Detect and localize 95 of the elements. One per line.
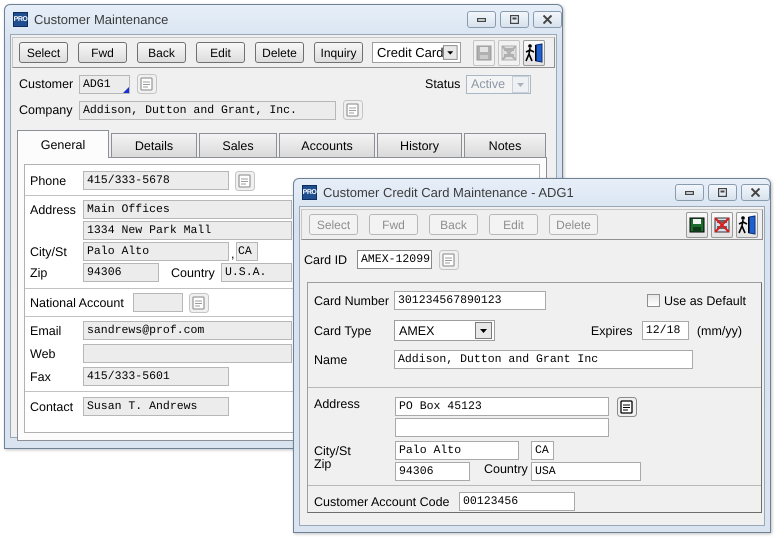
field-label: Address (30, 202, 77, 216)
restore-button[interactable] (708, 184, 737, 201)
crossed-out-record-icon (714, 216, 730, 232)
field-label: Company (19, 103, 74, 117)
tab[interactable]: Sales (199, 133, 277, 157)
dropdown-value: AMEX (399, 324, 436, 338)
field-label: Expires (590, 324, 634, 338)
field-label: Address (314, 397, 361, 411)
close-icon (751, 188, 760, 197)
field-label: Zip (30, 266, 48, 280)
checkbox[interactable] (647, 294, 660, 307)
input-field[interactable]: ADG1 (79, 74, 130, 94)
tab[interactable]: Accounts (279, 133, 375, 157)
input-field[interactable]: 301234567890123 (394, 291, 546, 310)
window-title: Customer Maintenance (34, 12, 168, 27)
view-dropdown[interactable]: Credit Card (372, 42, 461, 63)
tab[interactable]: Details (111, 133, 197, 157)
toolbar-button[interactable]: Back (137, 42, 186, 63)
input-field[interactable]: Palo Alto (395, 441, 519, 460)
minimize-button[interactable] (467, 11, 496, 28)
input-field[interactable]: CA (236, 242, 258, 261)
minimize-icon (477, 18, 486, 22)
restore-icon (718, 188, 727, 197)
exit-button[interactable] (736, 212, 758, 238)
delete-button[interactable] (711, 212, 733, 238)
input-field[interactable] (133, 293, 183, 312)
field-label: Use as Default (664, 294, 746, 308)
field-label: Zip (314, 457, 332, 471)
dropdown-value: Credit Card (377, 45, 444, 60)
save-button[interactable] (686, 212, 708, 238)
close-button[interactable] (533, 11, 562, 28)
toolbar-button[interactable]: Select (19, 42, 68, 63)
toolbar-button[interactable]: Fwd (78, 42, 127, 63)
field-label: Contact (30, 400, 74, 414)
exit-door-icon (525, 42, 543, 62)
input-field[interactable]: 415/333-5601 (83, 367, 229, 386)
field-label: City/St (314, 444, 352, 458)
lookup-button[interactable] (617, 396, 637, 416)
field-label: Card Number (314, 294, 390, 308)
input-field[interactable]: U.S.A. (221, 263, 292, 282)
tab[interactable]: General (17, 130, 109, 158)
minimize-button[interactable] (675, 184, 704, 201)
caret-icon (512, 76, 529, 92)
toolbar-button[interactable]: Delete (255, 42, 304, 63)
field-label: City/St (30, 244, 68, 258)
field-label: Card Type (314, 324, 372, 338)
field-label: (mm/yy) (696, 324, 742, 338)
separator-text: , (230, 247, 236, 261)
field-label: Phone (30, 174, 68, 188)
input-field[interactable]: Addison, Dutton and Grant, Inc. (79, 100, 336, 120)
input-field[interactable]: Addison, Dutton and Grant Inc (394, 350, 693, 369)
input-field[interactable]: Palo Alto (83, 242, 229, 261)
crossed-out-record-icon (501, 44, 517, 60)
input-field[interactable]: CA (531, 441, 554, 460)
toolbar-button[interactable]: Edit (196, 42, 245, 63)
input-field[interactable]: AMEX-12099 (357, 250, 432, 269)
field-label: Customer Account Code (314, 494, 450, 508)
card-type-dropdown[interactable]: AMEX (394, 320, 495, 341)
minimize-icon (685, 190, 694, 194)
field-label: Customer (19, 77, 74, 91)
field-label: Status (425, 77, 462, 91)
input-field[interactable] (83, 344, 292, 363)
restore-icon (510, 15, 519, 24)
input-field[interactable]: USA (531, 462, 641, 481)
field-label: Fax (30, 370, 52, 384)
input-field[interactable]: 415/333-5678 (83, 171, 229, 190)
field-label: Country (484, 462, 529, 476)
field-label: Name (314, 352, 348, 366)
input-field[interactable]: Susan T. Andrews (83, 397, 229, 416)
exit-door-icon (738, 214, 756, 234)
input-field[interactable]: PO Box 45123 (395, 397, 609, 416)
tab[interactable]: Notes (464, 133, 546, 157)
restore-button[interactable] (500, 11, 529, 28)
input-field[interactable]: 00123456 (459, 492, 575, 511)
field-label: Email (30, 324, 62, 338)
field-label: Web (30, 346, 56, 360)
caret-icon (475, 322, 492, 339)
close-icon (543, 15, 552, 24)
input-field[interactable]: 94306 (83, 263, 159, 282)
window-title: Customer Credit Card Maintenance - ADG1 (323, 185, 574, 200)
input-field[interactable]: sandrews@prof.com (83, 321, 292, 340)
toolbar-button[interactable]: Inquiry (314, 42, 363, 63)
field-label: National Account (30, 296, 125, 310)
input-field[interactable]: 1334 New Park Mall (83, 221, 292, 240)
input-field[interactable]: Main Offices (83, 200, 292, 219)
input-field[interactable] (395, 418, 609, 437)
field-label: Country (171, 266, 216, 280)
exit-button[interactable] (523, 40, 545, 66)
tab[interactable]: History (377, 133, 462, 157)
input-field[interactable]: 12/18 (642, 321, 689, 340)
corner-marker-icon (123, 86, 129, 92)
field-label: Card ID (304, 252, 348, 266)
caret-icon (443, 44, 458, 61)
input-field[interactable]: 94306 (395, 462, 470, 481)
close-button[interactable] (741, 184, 770, 201)
